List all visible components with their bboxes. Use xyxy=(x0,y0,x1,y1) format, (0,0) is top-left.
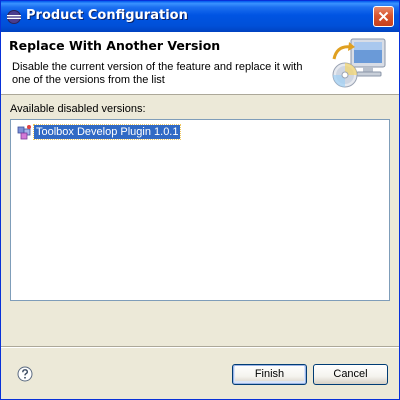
page-title: Replace With Another Version xyxy=(9,38,221,53)
close-icon xyxy=(378,11,389,22)
list-item[interactable]: Toolbox Develop Plugin 1.0.1 xyxy=(17,124,182,140)
help-icon[interactable] xyxy=(17,366,33,382)
title-bar[interactable]: Product Configuration xyxy=(1,1,399,32)
page-description: Disable the current version of the featu… xyxy=(12,61,303,86)
version-item-label: Toolbox Develop Plugin 1.0.1 xyxy=(32,124,182,140)
finish-button[interactable]: Finish xyxy=(232,364,307,385)
product-configuration-dialog: Product Configuration Replace With Anoth… xyxy=(0,0,400,400)
cancel-button[interactable]: Cancel xyxy=(313,364,388,385)
window-title: Product Configuration xyxy=(26,8,188,23)
versions-list[interactable]: Toolbox Develop Plugin 1.0.1 xyxy=(10,119,390,301)
feature-plugin-icon xyxy=(17,124,33,140)
versions-label: Available disabled versions: xyxy=(10,103,146,115)
eclipse-icon xyxy=(6,9,22,25)
wizard-header: Replace With Another Version Disable the… xyxy=(1,32,399,95)
footer-separator xyxy=(1,346,399,348)
close-button[interactable] xyxy=(373,6,394,27)
computer-cd-update-icon xyxy=(331,35,389,91)
